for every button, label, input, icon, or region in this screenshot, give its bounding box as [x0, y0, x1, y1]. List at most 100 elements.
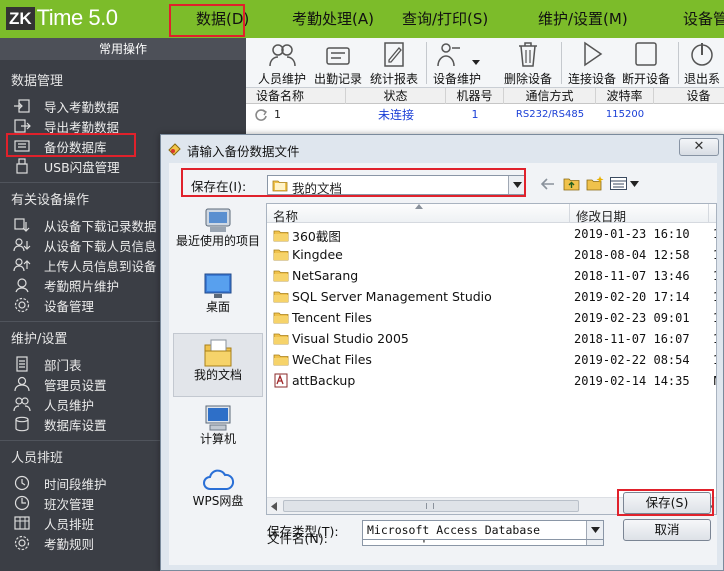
column-device[interactable]: 设备 [654, 88, 724, 104]
file-row[interactable]: SQL Server Management Studio 2019-02-20 … [267, 287, 716, 308]
menu-device[interactable]: 设备管 [683, 0, 724, 38]
file-modified: 2019-02-22 08:54 [574, 353, 690, 367]
file-extra: M [713, 374, 716, 388]
column-baud-rate[interactable]: 波特率 [596, 88, 654, 104]
menu-data[interactable]: 数据(D) [196, 0, 249, 38]
section-device-operations: 有关设备操作 [11, 193, 90, 208]
column-machine-number[interactable]: 机器号 [446, 88, 504, 104]
toolbar-attendance-records-button[interactable]: 出勤记录 [314, 38, 362, 88]
sidebar-item-download-records[interactable]: 从设备下载记录数据 [12, 216, 157, 234]
file-extra: 1 [713, 227, 716, 241]
sidebar-item-user-maintenance[interactable]: 人员维护 [12, 395, 94, 413]
section-shift-scheduling: 人员排班 [11, 451, 64, 466]
sidebar-item-time-period[interactable]: 时间段维护 [12, 474, 107, 492]
file-type-value: Microsoft Access Database [367, 523, 541, 537]
device-gear-icon [12, 297, 32, 313]
sidebar-item-label: 数据库设置 [44, 417, 107, 433]
menu-maintain-settings[interactable]: 维护/设置(M) [538, 0, 628, 38]
chevron-down-icon[interactable] [586, 521, 603, 539]
toolbar-user-maintenance-button[interactable]: 人员维护 [258, 38, 306, 88]
new-folder-icon[interactable] [586, 175, 604, 191]
sidebar-item-upload-users[interactable]: 上传人员信息到设备 [12, 256, 157, 274]
rules-icon [12, 535, 32, 551]
toolbar-label: 出勤记录 [314, 72, 363, 86]
folder-icon [273, 354, 289, 366]
menu-attendance[interactable]: 考勤处理(A) [292, 0, 374, 38]
backup-icon [12, 138, 32, 154]
sidebar-item-staff-scheduling[interactable]: 人员排班 [12, 514, 94, 532]
column-device-name[interactable]: 设备名称 [246, 88, 346, 104]
sidebar-item-shift-management[interactable]: 班次管理 [12, 494, 94, 512]
sidebar-item-usb-management[interactable]: USB闪盘管理 [12, 157, 120, 175]
table-row[interactable]: 1 未连接 1 RS232/RS485 115200 [246, 105, 724, 125]
toolbar-delete-device-button[interactable]: 删除设备 [504, 38, 552, 88]
toolbar-statistics-report-button[interactable]: 统计报表 [370, 38, 418, 88]
cell-device-name: 1 [274, 108, 281, 121]
place-recent-items[interactable]: 最近使用的项目 [173, 205, 263, 267]
folder-icon [273, 291, 289, 303]
sidebar-item-admin-settings[interactable]: 管理员设置 [12, 375, 107, 393]
divider [678, 42, 679, 84]
sidebar-item-device-management[interactable]: 设备管理 [12, 296, 94, 314]
file-name: WeChat Files [292, 352, 372, 367]
view-menu-button[interactable] [610, 176, 640, 191]
trash-icon [519, 42, 537, 67]
scrollbar-thumb[interactable] [283, 500, 579, 512]
file-row[interactable]: 360截图 2019-01-23 16:10 1 [267, 224, 716, 245]
file-name: 360截图 [292, 229, 341, 244]
sidebar-item-attendance-photos[interactable]: 考勤照片维护 [12, 276, 119, 294]
save-button[interactable]: 保存(S) [623, 492, 711, 514]
menu-query-print[interactable]: 查询/打印(S) [402, 0, 488, 38]
scroll-left-icon[interactable] [271, 502, 277, 511]
file-extra: 1 [713, 311, 716, 325]
close-button[interactable]: ✕ [679, 138, 719, 156]
sidebar-item-label: 考勤规则 [44, 536, 95, 552]
toolbar-connect-device-button[interactable]: 连接设备 [568, 38, 616, 88]
place-label: WPS网盘 [192, 494, 244, 508]
save-in-dropdown[interactable]: 我的文档 [267, 175, 526, 196]
sidebar-item-label: 人员维护 [44, 397, 95, 413]
column-modified[interactable]: 修改日期 [576, 206, 626, 225]
place-my-documents[interactable]: 我的文档 [173, 333, 263, 397]
place-wps-cloud[interactable]: WPS网盘 [173, 467, 263, 517]
up-folder-icon[interactable] [563, 176, 580, 191]
file-row[interactable]: Kingdee 2018-08-04 12:58 1 [267, 245, 716, 266]
computer-icon [205, 405, 231, 431]
view-list-icon [610, 177, 627, 190]
sidebar-item-department[interactable]: 部门表 [12, 355, 82, 373]
disconnect-icon [635, 42, 657, 66]
file-type-dropdown[interactable]: Microsoft Access Database [362, 520, 604, 540]
sidebar-item-database-settings[interactable]: 数据库设置 [12, 415, 107, 433]
folder-icon [273, 312, 289, 324]
sidebar-item-attendance-rules[interactable]: 考勤规则 [12, 534, 94, 552]
sidebar-item-download-users[interactable]: 从设备下载人员信息 [12, 236, 157, 254]
place-label: 计算机 [199, 432, 236, 446]
file-row[interactable]: WeChat Files 2019-02-22 08:54 1 [267, 350, 716, 371]
column-comm-mode[interactable]: 通信方式 [504, 88, 596, 104]
file-modified: 2018-11-07 16:07 [574, 332, 690, 346]
toolbar-device-maintenance-button[interactable]: 设备维护 [432, 38, 482, 88]
sidebar-item-import-data[interactable]: 导入考勤数据 [12, 97, 119, 115]
sidebar-item-export-data[interactable]: 导出考勤数据 [12, 117, 119, 135]
file-modified: 2019-02-20 17:14 [574, 290, 690, 304]
toolbar-label: 人员维护 [258, 72, 307, 86]
file-row[interactable]: NetSarang 2018-11-07 13:46 1 [267, 266, 716, 287]
toolbar-disconnect-device-button[interactable]: 断开设备 [622, 38, 670, 88]
toolbar: 人员维护 出勤记录 统计报表 设备维护 删除设备 连接设备 断开设备 退出系 [246, 38, 724, 88]
cancel-button[interactable]: 取消 [623, 519, 711, 541]
column-name[interactable]: 名称 [273, 206, 298, 225]
download-records-icon [12, 217, 32, 233]
back-arrow-icon[interactable] [541, 178, 555, 190]
sidebar-item-label: 从设备下载人员信息 [44, 238, 157, 254]
column-status[interactable]: 状态 [346, 88, 446, 104]
file-row[interactable]: Visual Studio 2005 2018-11-07 16:07 1 [267, 329, 716, 350]
chevron-down-icon[interactable] [508, 176, 525, 194]
folder-icon [273, 230, 289, 242]
file-row[interactable]: Tencent Files 2019-02-23 09:01 1 [267, 308, 716, 329]
download-users-icon [12, 237, 32, 253]
sidebar-item-backup-database[interactable]: 备份数据库 [12, 137, 107, 155]
place-computer[interactable]: 计算机 [173, 403, 263, 455]
file-row[interactable]: attBackup 2019-02-14 14:35 M [267, 371, 716, 392]
place-desktop[interactable]: 桌面 [173, 271, 263, 319]
toolbar-exit-button[interactable]: 退出系 [684, 38, 720, 88]
